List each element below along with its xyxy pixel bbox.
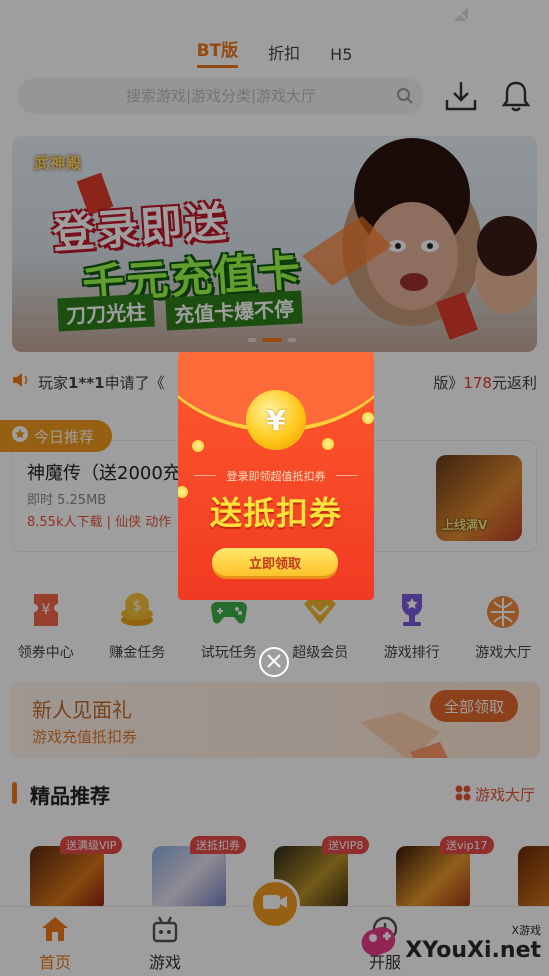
popup-close-button[interactable] [259,647,289,677]
app-screen: 9:59 BT版 折扣 H5 武神殿 [0,0,549,976]
close-icon [267,653,281,672]
popup-subtitle: 登录即领超值抵扣券 [194,468,358,484]
yuan-coin-icon: ¥ [246,390,306,450]
small-coin-icon [362,412,374,424]
small-coin-icon [322,438,334,450]
coupon-popup: ¥ 登录即领超值抵扣券 送抵扣券 立即领取 [178,352,374,600]
popup-title: 送抵扣券 [209,494,342,532]
claim-now-button[interactable]: 立即领取 [212,548,338,576]
small-coin-icon [192,440,204,452]
